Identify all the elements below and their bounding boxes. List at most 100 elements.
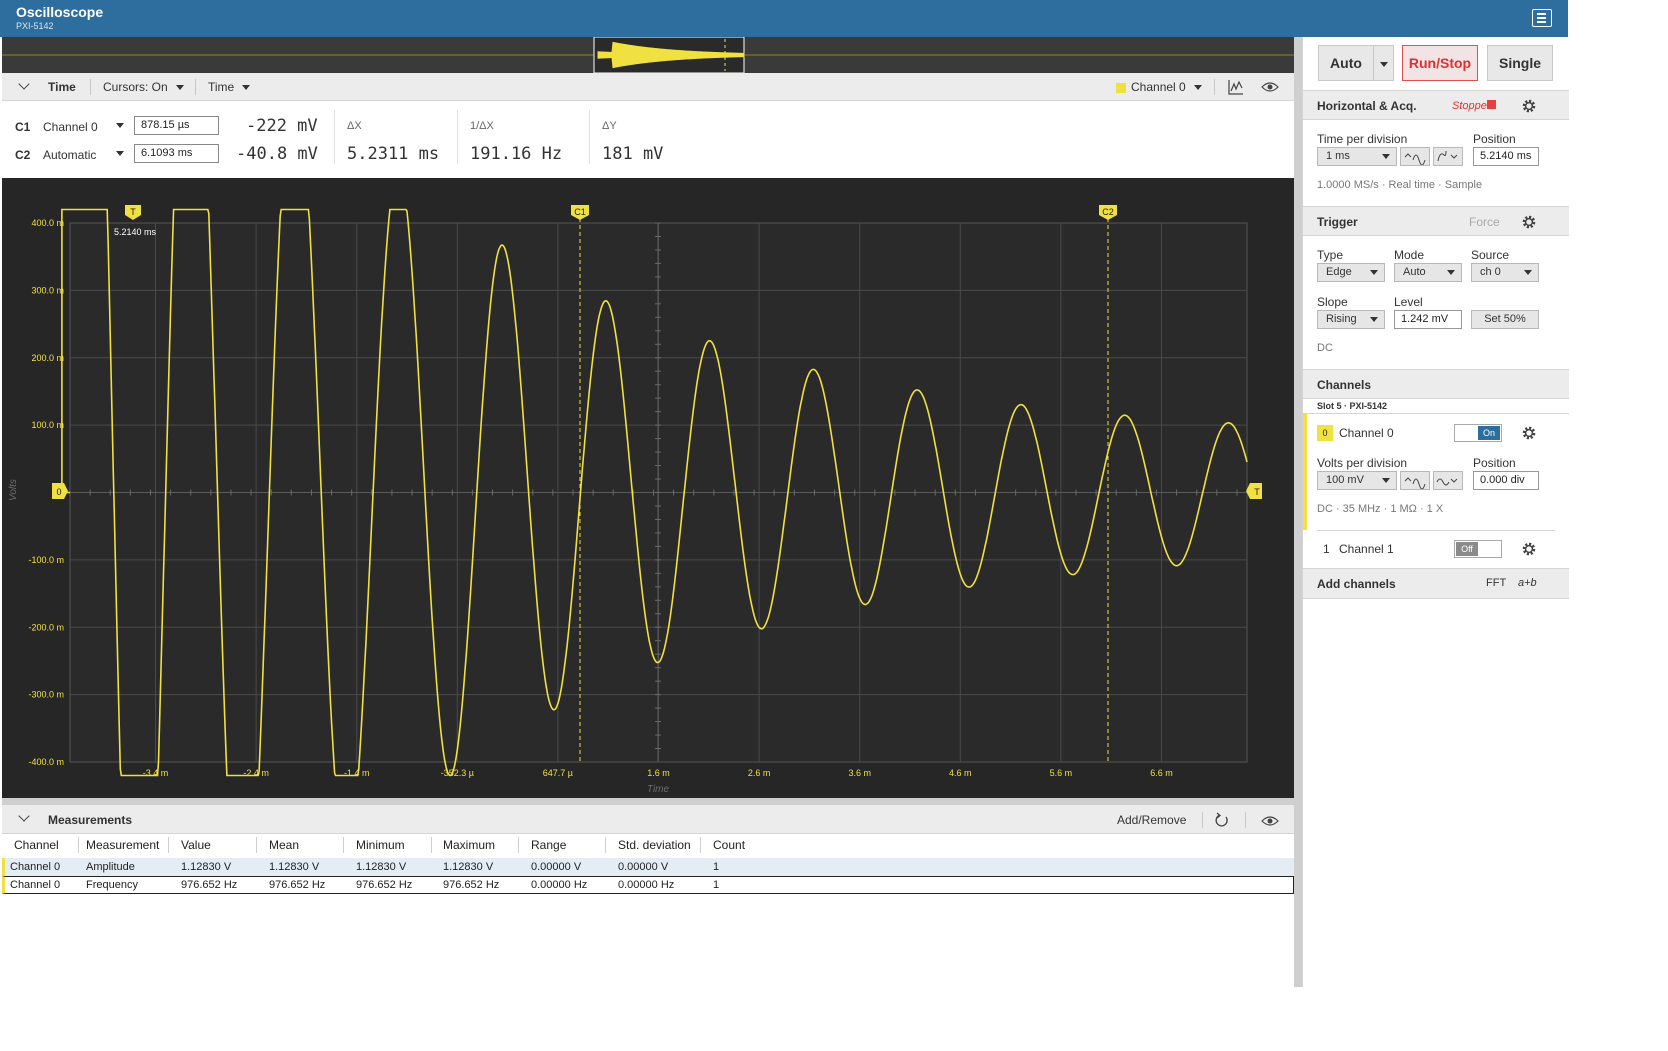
time-per-division-dropdown[interactable]: 1 ms <box>1317 147 1397 166</box>
x-tick-label: 2.6 m <box>748 768 771 778</box>
math-button[interactable]: a+b <box>1518 577 1537 589</box>
force-trigger-button[interactable]: Force <box>1469 215 1500 229</box>
channel-0-marker[interactable]: 0 <box>52 483 68 499</box>
collapse-time-icon[interactable] <box>18 78 30 90</box>
time-toolbar: Time Cursors: On Time Channel 0 <box>2 73 1294 101</box>
c2-source-caret[interactable] <box>116 151 124 156</box>
c1-source-caret[interactable] <box>116 123 124 128</box>
delta-x-label: ΔX <box>347 120 362 132</box>
svg-text:0: 0 <box>56 487 61 497</box>
column-header[interactable]: Channel <box>14 838 59 852</box>
chart-icon[interactable] <box>1228 79 1244 95</box>
column-header[interactable]: Measurement <box>86 838 159 852</box>
trigger-type-dropdown[interactable]: Edge <box>1317 263 1385 282</box>
trigger-level-input[interactable]: 1.242 mV <box>1394 310 1462 329</box>
table-cell: 1.12830 V <box>181 861 232 873</box>
reset-icon[interactable] <box>1214 812 1230 828</box>
table-cell: Frequency <box>86 879 138 891</box>
column-header[interactable]: Maximum <box>443 838 495 852</box>
waveform-display[interactable]: 400.0 m 300.0 m 200.0 m 100.0 m 0 -100.0 m -20… <box>2 178 1294 798</box>
time-section-title: Time <box>48 80 76 94</box>
column-header[interactable]: Count <box>713 838 745 852</box>
table-cell: 976.652 Hz <box>181 879 238 891</box>
panel-splitter[interactable] <box>1294 37 1302 987</box>
auto-button[interactable]: Auto <box>1318 45 1374 81</box>
run-stop-button[interactable]: Run/Stop <box>1402 45 1478 81</box>
x-tick-label: 5.6 m <box>1050 768 1073 778</box>
x-tick-label: 4.6 m <box>949 768 972 778</box>
waveform-overview[interactable] <box>2 36 1294 74</box>
horizontal-section-header: Horizontal & Acq. Stopped <box>1303 90 1569 120</box>
column-header[interactable]: Minimum <box>356 838 405 852</box>
time-step-down-button[interactable] <box>1433 147 1463 166</box>
column-header[interactable]: Value <box>181 838 211 852</box>
c2-source-dropdown[interactable]: Automatic <box>43 148 96 162</box>
splitter[interactable] <box>2 798 1294 805</box>
channel-1-settings-gear-icon[interactable] <box>1521 541 1537 557</box>
fft-button[interactable]: FFT <box>1486 577 1506 589</box>
table-row[interactable]: Channel 0 Frequency 976.652 Hz 976.652 H… <box>2 876 1294 894</box>
step-down-icon <box>1436 478 1458 486</box>
inverse-delta-x-label: 1/ΔX <box>470 120 494 132</box>
set-50-percent-button[interactable]: Set 50% <box>1471 310 1539 329</box>
delta-x-value: 5.2311 ms <box>347 144 440 164</box>
channels-title: Channels <box>1317 378 1372 392</box>
channel-0-index: 0 <box>1317 425 1333 441</box>
add-channels-button[interactable]: Add channels <box>1317 577 1396 591</box>
stopped-indicator-icon <box>1487 100 1496 109</box>
collapse-measurements-icon[interactable] <box>18 810 30 822</box>
trigger-slope-dropdown[interactable]: Rising <box>1317 310 1385 329</box>
trigger-coupling: DC <box>1317 342 1333 354</box>
trigger-settings-gear-icon[interactable] <box>1521 214 1537 230</box>
c2-position-input[interactable]: 6.1093 ms <box>134 144 219 163</box>
trigger-marker[interactable]: T <box>125 205 141 220</box>
c1-source-dropdown[interactable]: Channel 0 <box>43 120 98 134</box>
trigger-level-marker[interactable]: T <box>1246 483 1262 499</box>
volts-per-division-dropdown[interactable]: 100 mV <box>1317 471 1397 490</box>
single-button[interactable]: Single <box>1487 45 1553 81</box>
trigger-mode-dropdown[interactable]: Auto <box>1394 263 1462 282</box>
trigger-source-dropdown[interactable]: ch 0 <box>1471 263 1539 282</box>
table-cell: 0.00000 V <box>618 861 669 873</box>
table-cell: 976.652 Hz <box>356 879 413 891</box>
channel-0-toggle[interactable]: On <box>1454 424 1502 442</box>
vertical-position-input[interactable]: 0.000 div <box>1473 471 1539 490</box>
measurements-eye-icon[interactable] <box>1261 814 1279 828</box>
column-header[interactable]: Range <box>531 838 566 852</box>
column-header[interactable]: Std. deviation <box>618 838 691 852</box>
c1-position-input[interactable]: 878.15 µs <box>134 116 219 135</box>
time-mode-dropdown[interactable]: Time <box>208 80 251 94</box>
cursors-dropdown[interactable]: Cursors: On <box>103 80 184 94</box>
x-tick-label: -3.4 m <box>143 768 169 778</box>
horizontal-position-input[interactable]: 5.2140 ms <box>1473 147 1539 166</box>
waveform-plot[interactable]: 400.0 m 300.0 m 200.0 m 100.0 m 0 -100.0 m -20… <box>2 178 1294 798</box>
channel-0-settings-gear-icon[interactable] <box>1521 425 1537 441</box>
volts-step-down-button[interactable] <box>1433 471 1463 490</box>
cursor-c2-marker[interactable]: C2 <box>1099 205 1117 220</box>
y-tick-label: 300.0 m <box>31 285 64 295</box>
add-remove-button[interactable]: Add/Remove <box>1117 813 1186 827</box>
channel-0-color-bar <box>1303 414 1307 530</box>
trigger-mode-label: Mode <box>1394 248 1425 262</box>
horizontal-settings-gear-icon[interactable] <box>1521 98 1537 114</box>
cursor-c1-marker[interactable]: C1 <box>571 205 589 220</box>
x-tick-label: 1.6 m <box>647 768 670 778</box>
table-cell: 0.00000 Hz <box>531 879 588 891</box>
eye-icon[interactable] <box>1261 80 1279 94</box>
channel-select-dropdown[interactable]: Channel 0 <box>1116 80 1202 94</box>
channel-1-name: Channel 1 <box>1339 542 1394 556</box>
volts-step-up-button[interactable] <box>1400 471 1430 490</box>
time-step-up-button[interactable] <box>1400 147 1430 166</box>
delta-y-label: ΔY <box>602 120 617 132</box>
time-per-division-label: Time per division <box>1317 132 1408 146</box>
menu-icon[interactable] <box>1532 9 1552 27</box>
column-header[interactable]: Mean <box>269 838 299 852</box>
channel-1-toggle[interactable]: Off <box>1454 540 1502 558</box>
horizontal-position-label: Position <box>1473 132 1516 146</box>
slot-label: Slot 5 · PXI-5142 <box>1317 401 1388 411</box>
vertical-position-label: Position <box>1473 456 1516 470</box>
trigger-level-label: Level <box>1394 295 1423 309</box>
auto-options-button[interactable] <box>1373 45 1394 81</box>
table-row[interactable]: Channel 0 Amplitude 1.12830 V 1.12830 V … <box>2 858 1294 876</box>
table-cell: 0.00000 V <box>531 861 582 873</box>
